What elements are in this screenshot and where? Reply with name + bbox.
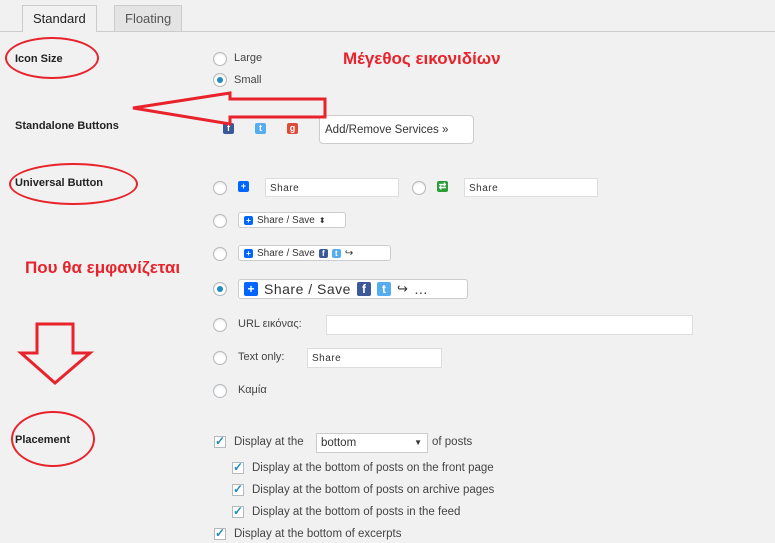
left-arrow-shape xyxy=(132,91,327,126)
annotation-arrows xyxy=(17,91,327,385)
down-arrow-shape xyxy=(17,322,95,385)
